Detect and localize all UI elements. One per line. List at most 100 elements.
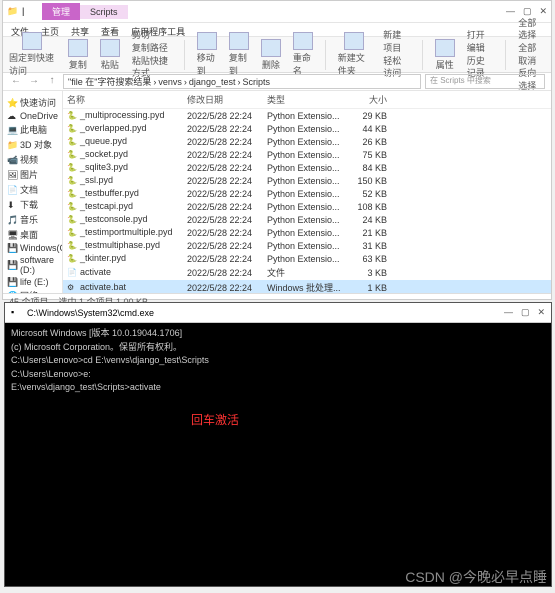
ribbon-selectall[interactable]: 全部选择 [518,17,545,42]
file-row[interactable]: 🐍_testcapi.pyd2022/5/28 22:24Python Exte… [63,200,551,213]
sidebar-item[interactable]: 🎵音乐 [5,212,60,227]
sidebar-item-label: 视频 [20,153,38,166]
ribbon-newitem[interactable]: 新建项目 [383,29,410,54]
file-icon: ⚙ [67,283,77,293]
file-row[interactable]: 🐍_sqlite3.pyd2022/5/28 22:24Python Exten… [63,161,551,174]
file-row[interactable]: 🐍_testconsole.pyd2022/5/28 22:24Python E… [63,213,551,226]
file-name: _queue.pyd [80,136,127,146]
file-icon: 🐍 [67,254,77,264]
ribbon-cut[interactable]: 剪切 [132,29,172,42]
ribbon-newfolder[interactable]: 新建文件夹 [338,32,371,77]
file-icon: 🐍 [67,215,77,225]
cmd-maximize-button[interactable]: ▢ [521,307,530,318]
cmd-icon: ▪ [11,307,23,319]
cmd-window: ▪ C:\Windows\System32\cmd.exe — ▢ ✕ Micr… [4,302,552,587]
col-type[interactable]: 类型 [267,93,347,106]
ribbon-open[interactable]: 打开 [467,29,494,42]
ribbon-rename[interactable]: 重命名 [293,32,313,77]
file-size: 31 KB [347,241,387,251]
file-name: activate.bat [80,282,126,292]
file-row[interactable]: 📄activate2022/5/28 22:24文件3 KB [63,265,551,280]
manager-tab[interactable]: 管理 [42,3,80,20]
bc-venvs[interactable]: venvs [158,77,182,87]
sidebar-item[interactable]: 💻此电脑 [5,122,60,137]
search-input[interactable]: 在 Scripts 中搜索 [425,74,545,89]
maximize-button[interactable]: ▢ [523,6,532,17]
file-icon: 🐍 [67,163,77,173]
ribbon-copy[interactable]: 复制 [68,39,88,71]
file-row[interactable]: 🐍_tkinter.pyd2022/5/28 22:24Python Exten… [63,252,551,265]
file-size: 108 KB [347,202,387,212]
ribbon-paste[interactable]: 粘贴 [100,39,120,71]
ribbon-copyto[interactable]: 复制到 [229,32,249,77]
explorer-window: 📁 | 管理 Scripts — ▢ ✕ 文件 主页 共享 查看 应用程序工具 … [2,0,552,300]
file-row[interactable]: 🐍_testmultiphase.pyd2022/5/28 22:24Pytho… [63,239,551,252]
col-name[interactable]: 名称 [67,93,187,106]
file-type: Python Extensio... [267,111,347,121]
cmd-line: (c) Microsoft Corporation。保留所有权利。 [11,341,545,355]
file-type: Python Extensio... [267,176,347,186]
back-button[interactable]: ← [9,75,23,89]
file-row[interactable]: ⚙activate.bat2022/5/28 22:24Windows 批处理.… [63,280,551,293]
file-list-header: 名称 修改日期 类型 大小 [63,91,551,109]
sidebar-item-label: 3D 对象 [20,138,52,151]
cmd-minimize-button[interactable]: — [504,307,513,318]
sidebar-item-icon: 💻 [7,125,17,135]
minimize-button[interactable]: — [506,6,515,17]
sidebar-item[interactable]: 📁3D 对象 [5,137,60,152]
sidebar-item[interactable]: 🖥桌面 [5,227,60,242]
ribbon-selectnone[interactable]: 全部取消 [518,42,545,67]
up-button[interactable]: ↑ [45,75,59,89]
addressbar: ← → ↑ "file 在"字符搜索结果› venvs› django_test… [3,73,551,91]
breadcrumb[interactable]: "file 在"字符搜索结果› venvs› django_test› Scri… [63,74,421,89]
file-size: 29 KB [347,111,387,121]
col-date[interactable]: 修改日期 [187,93,267,106]
file-row[interactable]: 🐍_ssl.pyd2022/5/28 22:24Python Extensio.… [63,174,551,187]
ribbon-pin[interactable]: 固定到快速访问 [9,32,56,77]
cmd-line: C:\Users\Lenovo>cd E:\venvs\django_test\… [11,354,545,368]
sidebar-item[interactable]: ☁OneDrive [5,110,60,122]
forward-button[interactable]: → [27,75,41,89]
cmd-close-button[interactable]: ✕ [537,307,545,318]
bc-root[interactable]: "file 在"字符搜索结果 [68,75,151,88]
file-row[interactable]: 🐍_queue.pyd2022/5/28 22:24Python Extensi… [63,135,551,148]
col-size[interactable]: 大小 [347,93,387,106]
cmd-body[interactable]: Microsoft Windows [版本 10.0.19044.1706](c… [5,323,551,433]
sidebar-item[interactable]: 🌐网络 [5,288,60,293]
file-name: _testmultiphase.pyd [80,240,160,250]
ribbon-delete[interactable]: 删除 [261,39,281,71]
file-date: 2022/5/28 22:24 [187,228,267,238]
menu-share[interactable]: 共享 [71,25,89,34]
sidebar-item[interactable]: 💾life (E:) [5,276,60,288]
ribbon-copypath[interactable]: 复制路径 [132,42,172,55]
file-row[interactable]: 🐍_overlapped.pyd2022/5/28 22:24Python Ex… [63,122,551,135]
sidebar-item[interactable]: 📄文档 [5,182,60,197]
sidebar-item[interactable]: ⭐快速访问 [5,95,60,110]
file-date: 2022/5/28 22:24 [187,163,267,173]
file-name: _tkinter.pyd [80,253,126,263]
sidebar-item[interactable]: 💾Windows(C:) [5,242,60,254]
ribbon-edit[interactable]: 编辑 [467,42,494,55]
quick-access-icons: 📁 | [7,6,34,18]
window-title-tab[interactable]: Scripts [80,5,128,19]
sidebar-item-icon: 📄 [7,185,17,195]
file-row[interactable]: 🐍_testimportmultiple.pyd2022/5/28 22:24P… [63,226,551,239]
bc-scripts[interactable]: Scripts [242,77,270,87]
file-type: Python Extensio... [267,163,347,173]
sidebar-item[interactable]: ⬇下载 [5,197,60,212]
sidebar-item[interactable]: 🖼图片 [5,167,60,182]
ribbon-moveto[interactable]: 移动到 [197,32,217,77]
file-row[interactable]: 🐍_multiprocessing.pyd2022/5/28 22:24Pyth… [63,109,551,122]
sidebar-item[interactable]: 📹视频 [5,152,60,167]
file-size: 24 KB [347,215,387,225]
sidebar-item[interactable]: 💾software (D:) [5,254,60,276]
file-row[interactable]: 🐍_testbuffer.pyd2022/5/28 22:24Python Ex… [63,187,551,200]
sidebar-item-label: 文档 [20,183,38,196]
close-button[interactable]: ✕ [539,6,547,17]
ribbon-properties[interactable]: 属性 [435,39,455,71]
sidebar-item-label: 网络 [20,289,38,293]
file-row[interactable]: 🐍_socket.pyd2022/5/28 22:24Python Extens… [63,148,551,161]
file-type: 文件 [267,266,347,279]
bc-django[interactable]: django_test [189,77,236,87]
menu-view[interactable]: 查看 [101,25,119,34]
